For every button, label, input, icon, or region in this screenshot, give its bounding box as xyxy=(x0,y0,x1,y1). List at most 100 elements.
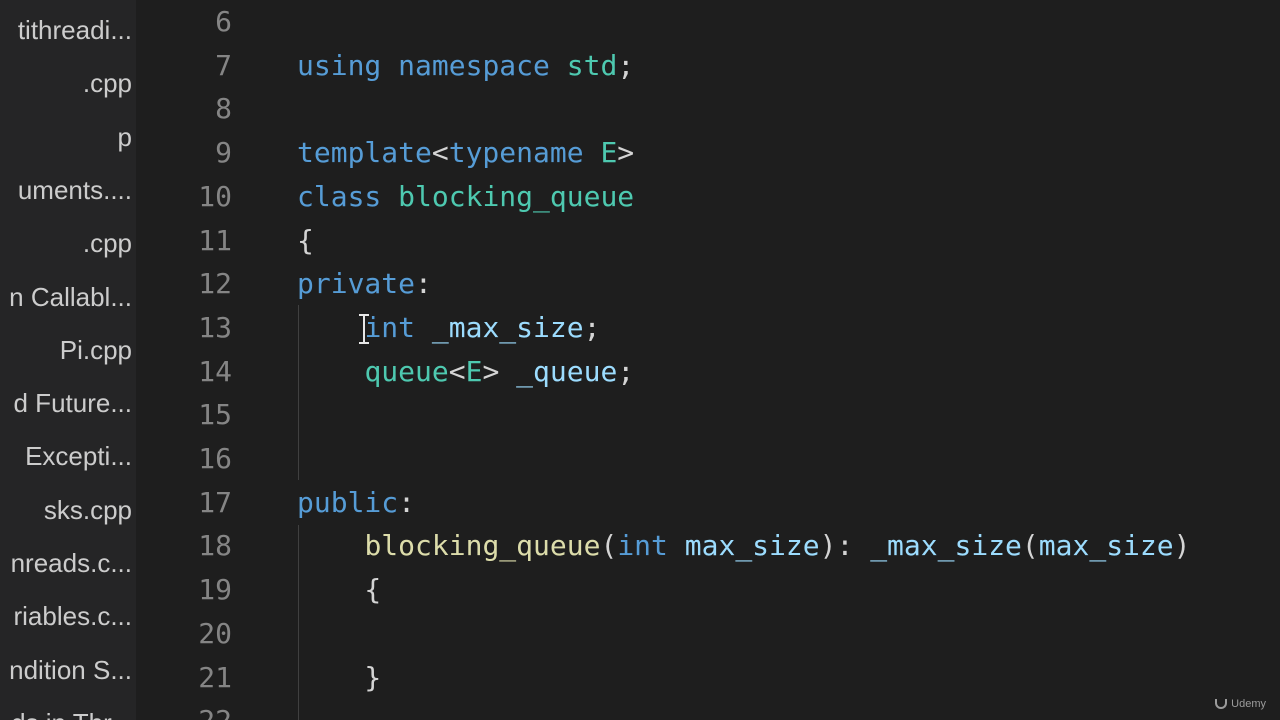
code-line[interactable]: 6 xyxy=(136,0,1280,43)
code-token: public xyxy=(297,486,399,519)
file-item[interactable]: Excepti... xyxy=(0,436,136,476)
file-item[interactable]: Pi.cpp xyxy=(0,330,136,370)
file-explorer-sidebar: tithreadi... .cpp p uments.... .cpp n Callabl… xyxy=(0,0,136,720)
line-number: 10 xyxy=(198,180,232,213)
line-number: 16 xyxy=(198,442,232,475)
code-token: < xyxy=(431,136,449,169)
code-line[interactable]: 17 public: xyxy=(136,481,1280,524)
file-item-label: nreads.c... xyxy=(10,548,132,578)
code-token: blocking_queue xyxy=(364,529,601,562)
line-number: 14 xyxy=(198,355,232,388)
line-number: 19 xyxy=(198,573,232,606)
code-text: private: xyxy=(297,262,432,305)
code-line[interactable]: 22 xyxy=(136,699,1280,720)
text-cursor-icon xyxy=(359,314,369,344)
code-text: queue<E> _queue; xyxy=(297,350,634,393)
code-text: int _max_size; xyxy=(297,306,600,349)
code-line[interactable]: 16 xyxy=(136,437,1280,480)
file-item[interactable]: ndition S... xyxy=(0,650,136,690)
code-token: _max_size xyxy=(431,311,584,344)
file-item[interactable]: .cpp xyxy=(0,223,136,263)
code-token: private xyxy=(297,267,416,300)
file-item[interactable]: uments.... xyxy=(0,170,136,210)
code-text: { xyxy=(297,219,314,262)
code-token: blocking_queue xyxy=(398,180,635,213)
file-item[interactable]: n Callabl... xyxy=(0,277,136,317)
file-item-label: n Callabl... xyxy=(9,282,132,312)
line-number: 9 xyxy=(215,136,232,169)
file-item[interactable]: riables.c... xyxy=(0,596,136,636)
line-number: 20 xyxy=(198,617,232,650)
code-text: class blocking_queue xyxy=(297,175,634,218)
code-line[interactable]: 9 template<typename E> xyxy=(136,131,1280,174)
code-token: ; xyxy=(617,355,635,388)
line-number: 12 xyxy=(198,267,232,300)
code-token: : xyxy=(398,486,416,519)
file-item[interactable]: .cpp xyxy=(0,63,136,103)
file-item-label: p xyxy=(117,122,132,152)
file-item-label: Excepti... xyxy=(25,441,132,471)
code-line[interactable]: 19 { xyxy=(136,568,1280,611)
code-line[interactable]: 8 xyxy=(136,87,1280,130)
file-item-label: tithreadi... xyxy=(17,15,132,45)
file-item[interactable]: tithreadi... xyxy=(0,10,136,50)
file-item[interactable]: ds in Thr... xyxy=(0,703,136,720)
line-number: 6 xyxy=(215,5,232,38)
code-token: max_size xyxy=(1038,529,1174,562)
code-line[interactable]: 13 int _max_size; xyxy=(136,306,1280,349)
code-line[interactable]: 11 { xyxy=(136,219,1280,262)
code-token: ; xyxy=(617,49,635,82)
file-item-label: sks.cpp xyxy=(43,495,132,525)
code-editor[interactable]: 6 7 using namespace std; 8 9 template<typenam… xyxy=(136,0,1280,720)
code-token: ( xyxy=(1021,529,1039,562)
code-token: ; xyxy=(583,311,601,344)
code-text: blocking_queue(int max_size): _max_size(… xyxy=(297,524,1190,567)
line-number: 15 xyxy=(198,398,232,431)
code-token: ( xyxy=(600,529,618,562)
file-item-label: riables.c... xyxy=(13,601,133,631)
code-token: > xyxy=(482,355,517,388)
code-line[interactable]: 12 private: xyxy=(136,262,1280,305)
code-line[interactable]: 7 using namespace std; xyxy=(136,44,1280,87)
code-token: { xyxy=(297,573,382,606)
file-item[interactable]: nreads.c... xyxy=(0,543,136,583)
file-item-label: Pi.cpp xyxy=(59,335,132,365)
file-item[interactable]: p xyxy=(0,117,136,157)
code-line[interactable]: 18 blocking_queue(int max_size): _max_si… xyxy=(136,524,1280,567)
line-number: 8 xyxy=(215,92,232,125)
code-token: > xyxy=(617,136,635,169)
code-token: std xyxy=(566,49,618,82)
code-token: : xyxy=(415,267,432,300)
file-item-label: uments.... xyxy=(17,175,132,205)
file-item[interactable]: d Future... xyxy=(0,383,136,423)
file-item-label: .cpp xyxy=(82,68,132,98)
file-item-label: .cpp xyxy=(82,228,132,258)
code-token: using xyxy=(297,49,382,82)
line-number: 22 xyxy=(136,699,232,720)
line-number: 18 xyxy=(198,529,232,562)
code-line[interactable]: 10 class blocking_queue xyxy=(136,175,1280,218)
file-item[interactable]: sks.cpp xyxy=(0,490,136,530)
code-token: E xyxy=(600,136,618,169)
code-line[interactable]: 15 xyxy=(136,393,1280,436)
code-token: } xyxy=(297,661,382,694)
code-line[interactable]: 14 queue<E> _queue; xyxy=(136,350,1280,393)
line-number: 21 xyxy=(198,661,232,694)
file-item-label: ds in Thr... xyxy=(11,703,132,720)
code-token: ) xyxy=(1173,529,1191,562)
code-line[interactable]: 21 } xyxy=(136,656,1280,699)
code-token: queue xyxy=(364,355,449,388)
code-token: int xyxy=(364,311,416,344)
code-line[interactable]: 20 xyxy=(136,612,1280,655)
code-token: < xyxy=(448,355,466,388)
udemy-logo-icon xyxy=(1215,699,1228,709)
watermark-text: Udemy xyxy=(1231,698,1266,710)
